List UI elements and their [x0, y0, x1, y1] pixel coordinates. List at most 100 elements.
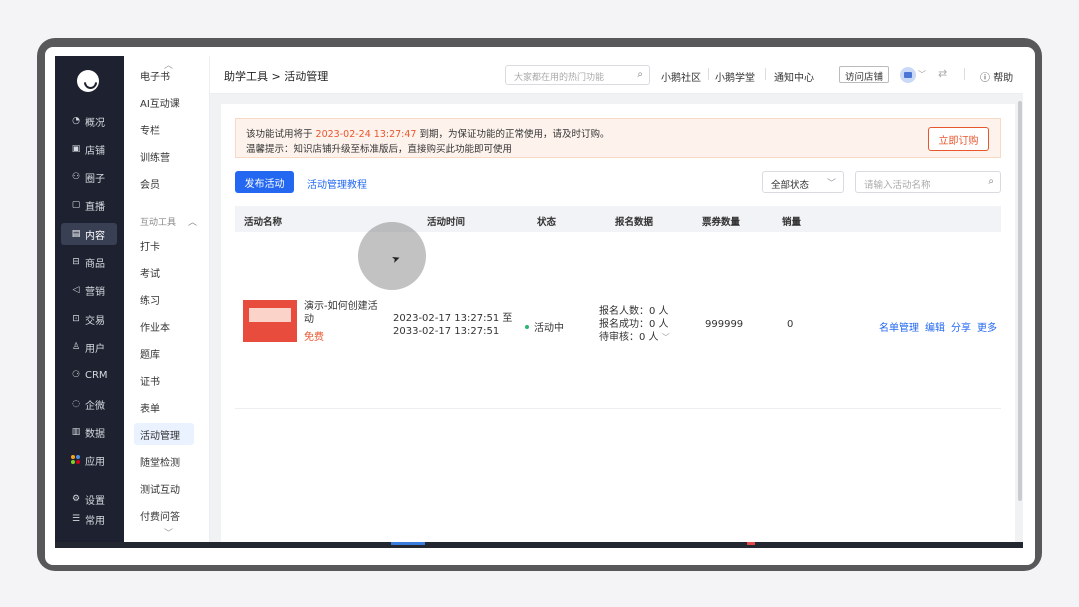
name-search-placeholder: 请输入活动名称	[864, 180, 931, 191]
avatar[interactable]	[900, 67, 916, 83]
user-icon: ♙	[71, 341, 81, 352]
submenu-item-member[interactable]: 会员	[134, 172, 194, 194]
submenu-item-question-bank[interactable]: 题库	[134, 342, 194, 364]
submenu-group-header[interactable]: 互动工具 ︿	[140, 215, 197, 228]
circle-group-icon: ⚇	[71, 171, 81, 182]
submenu-item-form[interactable]: 表单	[134, 396, 194, 418]
settings-icon: ⚙	[71, 493, 81, 504]
nav-settings[interactable]: ⚙ 设置	[61, 488, 117, 510]
activity-price: 免费	[304, 332, 324, 343]
notice-suffix: 到期，为保证功能的正常使用，请及时订购。	[419, 129, 610, 140]
activity-time-start: 2023-02-17 13:27:51 至	[393, 313, 513, 324]
nav-live[interactable]: ▢ 直播	[61, 194, 117, 216]
nav-marketing[interactable]: ◁ 营销	[61, 279, 117, 301]
submenu-item-homework[interactable]: 作业本	[134, 315, 194, 337]
signup-pending-row[interactable]: 待审核：0 人 ﹀	[599, 331, 670, 344]
submenu-item-checkin[interactable]: 打卡	[134, 234, 194, 256]
nav-store[interactable]: ▣ 店铺	[61, 138, 117, 160]
nav-label: 概况	[85, 117, 105, 129]
nav-label: 商品	[85, 258, 105, 270]
signup-data: 报名人数：0 人 报名成功：0 人 待审核：0 人 ﹀	[599, 305, 670, 344]
submenu-item-quiz[interactable]: 随堂检测	[134, 450, 194, 472]
search-placeholder: 大家都在用的热门功能	[514, 73, 605, 83]
list-management-link[interactable]: 名单管理	[879, 319, 919, 334]
help-link[interactable]: ⓘ 帮助	[980, 69, 1013, 84]
content-icon: ▤	[71, 228, 81, 239]
nav-apps[interactable]: 应用	[61, 449, 117, 471]
nav-user[interactable]: ♙ 用户	[61, 336, 117, 358]
nav-label: 设置	[85, 495, 105, 507]
chevron-up-icon: ︿	[188, 218, 198, 228]
crm-icon: ⚆	[71, 369, 81, 380]
nav-circle[interactable]: ⚇ 圈子	[61, 166, 117, 188]
submenu-item-activity[interactable]: 活动管理	[134, 423, 194, 445]
nav-label: 圈子	[85, 173, 105, 185]
nav-overview[interactable]: ◔ 概况	[61, 110, 117, 132]
status-dot-icon	[525, 324, 529, 329]
switch-icon[interactable]: ⇄	[938, 67, 947, 80]
submenu-item-paid-qa[interactable]: 付费问答	[134, 504, 194, 526]
status-select-value: 全部状态	[771, 180, 810, 191]
nav-common[interactable]: ☰ 常用	[61, 508, 117, 530]
chevron-down-icon[interactable]: ﹀	[918, 69, 926, 80]
submenu-item-certificate[interactable]: 证书	[134, 369, 194, 391]
chevron-down-icon: ﹀	[826, 179, 836, 189]
app-logo[interactable]	[77, 70, 99, 92]
link-academy[interactable]: 小鹅学堂	[715, 69, 755, 84]
signup-pending: 待审核：0 人	[599, 332, 659, 343]
page-scrollbar[interactable]	[1018, 101, 1022, 501]
edit-link[interactable]: 编辑	[925, 319, 945, 334]
global-search-input[interactable]: 大家都在用的热门功能 ⌕	[505, 65, 650, 85]
link-community[interactable]: 小鹅社区	[661, 69, 701, 84]
column-header-tickets: 票券数量	[702, 217, 741, 228]
order-now-button[interactable]: 立即订购	[928, 127, 989, 151]
nav-label: 店铺	[85, 145, 105, 157]
submenu-group-label: 互动工具	[140, 218, 177, 228]
chevron-down-icon[interactable]: ﹀	[164, 526, 173, 539]
activity-name-search-input[interactable]: 请输入活动名称 ⌕	[855, 171, 1001, 193]
publish-activity-button[interactable]: 发布活动	[235, 171, 294, 193]
ticket-count: 999999	[705, 319, 744, 330]
notice-line-1: 该功能试用将于 2023-02-24 13:27:47 到期，为保证功能的正常使…	[246, 126, 610, 140]
sales-count: 0	[787, 319, 794, 330]
signup-count: 报名人数：0 人	[599, 306, 669, 317]
column-header-signup: 报名数据	[615, 217, 654, 228]
trade-icon: ⊡	[72, 313, 80, 324]
activity-cover-image[interactable]	[243, 300, 297, 342]
search-icon[interactable]: ⌕	[637, 69, 643, 80]
search-icon[interactable]: ⌕	[988, 176, 994, 187]
submenu-item-ebook[interactable]: 电子书	[134, 64, 194, 86]
chevron-down-icon[interactable]: ﹀	[662, 333, 670, 342]
signup-success: 报名成功：0 人	[599, 319, 669, 330]
more-link[interactable]: 更多	[977, 319, 997, 334]
nav-wecom[interactable]: ◌ 企微	[61, 393, 117, 415]
status-badge: 活动中	[525, 319, 564, 334]
link-notifications[interactable]: 通知中心	[774, 69, 814, 84]
submenu-item-ai-course[interactable]: AI互动课	[134, 91, 194, 113]
nav-label: 内容	[85, 230, 105, 242]
nav-data[interactable]: ▥ 数据	[61, 421, 117, 443]
submenu-item-exam[interactable]: 考试	[134, 261, 194, 283]
nav-crm[interactable]: ⚆ CRM	[61, 364, 117, 386]
submenu-item-camp[interactable]: 训练营	[134, 145, 194, 167]
status-filter-select[interactable]: 全部状态 ﹀	[762, 171, 844, 193]
nav-trade[interactable]: ⊡ 交易	[61, 308, 117, 330]
activity-title[interactable]: 演示-如何创建活动	[304, 300, 384, 326]
nav-label: 企微	[85, 400, 105, 412]
activity-time-end: 2033-02-17 13:27:51	[393, 326, 500, 337]
nav-content[interactable]: ▤ 内容	[61, 223, 117, 245]
divider	[765, 68, 766, 80]
help-label: 帮助	[993, 73, 1014, 84]
share-link[interactable]: 分享	[951, 319, 971, 334]
content-submenu: ︿ 电子书 AI互动课 专栏 训练营 会员 互动工具 ︿ 打卡 考试 练习 作业…	[124, 56, 210, 548]
nav-goods[interactable]: ⊟ 商品	[61, 251, 117, 273]
visit-store-button[interactable]: 访问店铺	[839, 66, 890, 83]
trial-notice-banner: 该功能试用将于 2023-02-24 13:27:47 到期，为保证功能的正常使…	[235, 118, 1001, 158]
tutorial-link[interactable]: 活动管理教程	[307, 176, 367, 191]
submenu-item-test-interaction[interactable]: 测试互动	[134, 477, 194, 499]
submenu-item-practice[interactable]: 练习	[134, 288, 194, 310]
data-icon: ▥	[71, 426, 81, 437]
submenu-item-column[interactable]: 专栏	[134, 118, 194, 140]
goods-icon: ⊟	[72, 256, 80, 267]
breadcrumb: 助学工具 > 活动管理	[224, 70, 329, 83]
